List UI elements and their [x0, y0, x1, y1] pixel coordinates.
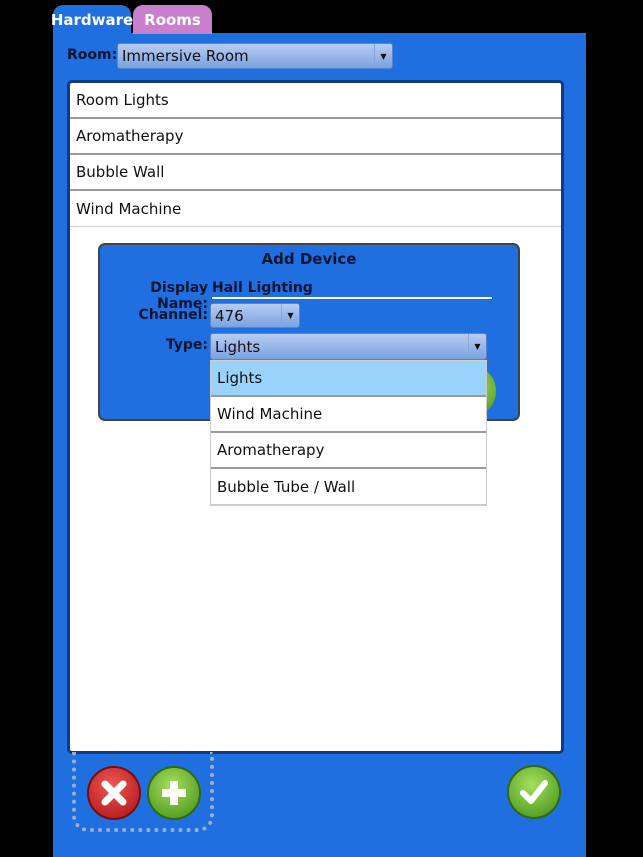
room-select[interactable]: Immersive Room ▼: [117, 43, 393, 69]
chevron-down-icon: ▼: [468, 334, 486, 359]
type-select-value: Lights: [215, 337, 261, 356]
type-option[interactable]: Lights: [211, 361, 486, 397]
chevron-down-icon: ▼: [374, 44, 392, 68]
channel-select-value: 476: [215, 306, 244, 325]
plus-icon: [162, 781, 186, 805]
chevron-down-icon: ▼: [281, 304, 299, 327]
type-option[interactable]: Wind Machine: [211, 397, 486, 433]
confirm-button[interactable]: [507, 765, 561, 819]
dialog-title: Add Device: [261, 250, 357, 268]
device-list-item[interactable]: Aromatherapy: [70, 119, 561, 155]
room-select-value: Immersive Room: [122, 47, 249, 65]
tab-hardware[interactable]: Hardware: [51, 5, 133, 34]
channel-label: Channel:: [138, 307, 208, 323]
delete-button[interactable]: [87, 766, 141, 820]
tab-rooms[interactable]: Rooms: [133, 5, 212, 34]
device-list-item[interactable]: Bubble Wall: [70, 155, 561, 191]
device-list-item[interactable]: Wind Machine: [70, 191, 561, 227]
display-name-input[interactable]: Hall Lighting: [212, 279, 492, 299]
type-dropdown-menu: Lights Wind Machine Aromatherapy Bubble …: [210, 360, 487, 506]
add-button[interactable]: [147, 766, 201, 820]
room-label: Room:: [67, 47, 118, 63]
channel-select[interactable]: 476 ▼: [210, 303, 300, 328]
type-option[interactable]: Aromatherapy: [211, 433, 486, 469]
type-label: Type:: [165, 337, 208, 353]
type-option[interactable]: Bubble Tube / Wall: [211, 469, 486, 505]
type-select[interactable]: Lights ▼: [210, 333, 487, 360]
close-icon: [101, 780, 127, 806]
device-list-item[interactable]: Room Lights: [70, 83, 561, 119]
check-icon: [520, 780, 548, 804]
